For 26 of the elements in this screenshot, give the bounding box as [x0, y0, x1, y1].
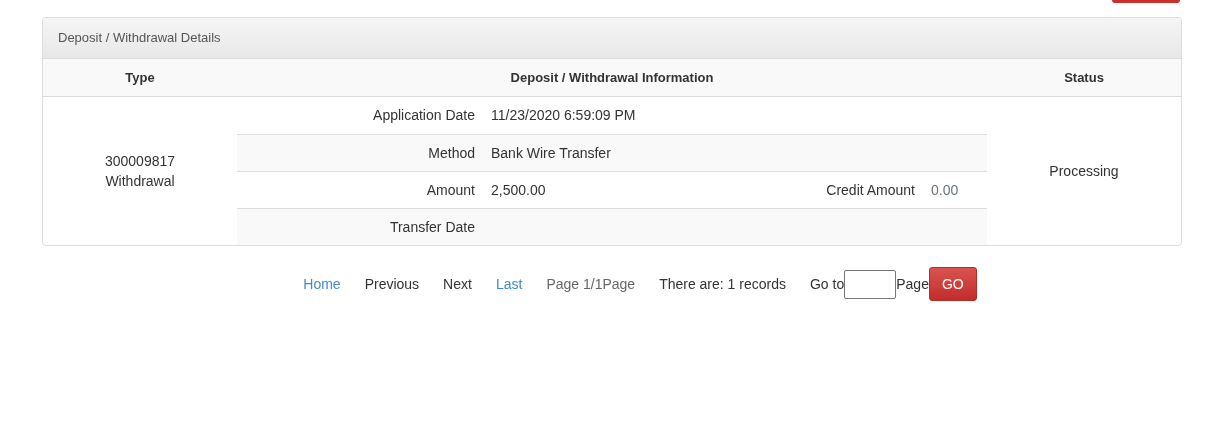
field-value: Bank Wire Transfer — [491, 144, 611, 161]
field-label: Credit Amount — [826, 181, 915, 198]
record-type: Withdrawal — [105, 172, 175, 191]
field-label: Application Date — [373, 107, 475, 123]
page-link[interactable]: Home — [303, 273, 341, 295]
page-text[interactable]: Next — [443, 273, 472, 295]
go-button[interactable]: GO — [928, 267, 977, 301]
panel-title: Deposit / Withdrawal Details — [58, 29, 221, 48]
record-number: 300009817 — [104, 152, 176, 171]
column-header: Status — [1064, 69, 1104, 85]
page-info: Page 1/1Page — [546, 274, 636, 294]
field-value: 2,500.00 — [491, 181, 546, 198]
column-header: Deposit / Withdrawal Information — [510, 69, 714, 85]
page-link[interactable]: Last — [495, 273, 523, 295]
page-label: Page — [896, 274, 929, 294]
page-input[interactable] — [844, 269, 897, 299]
field-label: Amount — [426, 181, 475, 198]
field-value: 0.00 — [931, 181, 959, 198]
field-label: Transfer Date — [389, 218, 475, 235]
column-header: Type — [125, 69, 155, 85]
status-text: Processing — [1049, 161, 1119, 181]
field-value: 11/23/2020 6:59:09 PM — [491, 107, 636, 123]
page-text[interactable]: There are: 1 records — [659, 273, 786, 295]
page-text[interactable]: Previous — [364, 273, 420, 295]
field-label: Method — [428, 144, 475, 161]
goto-label: Go to — [809, 274, 845, 294]
